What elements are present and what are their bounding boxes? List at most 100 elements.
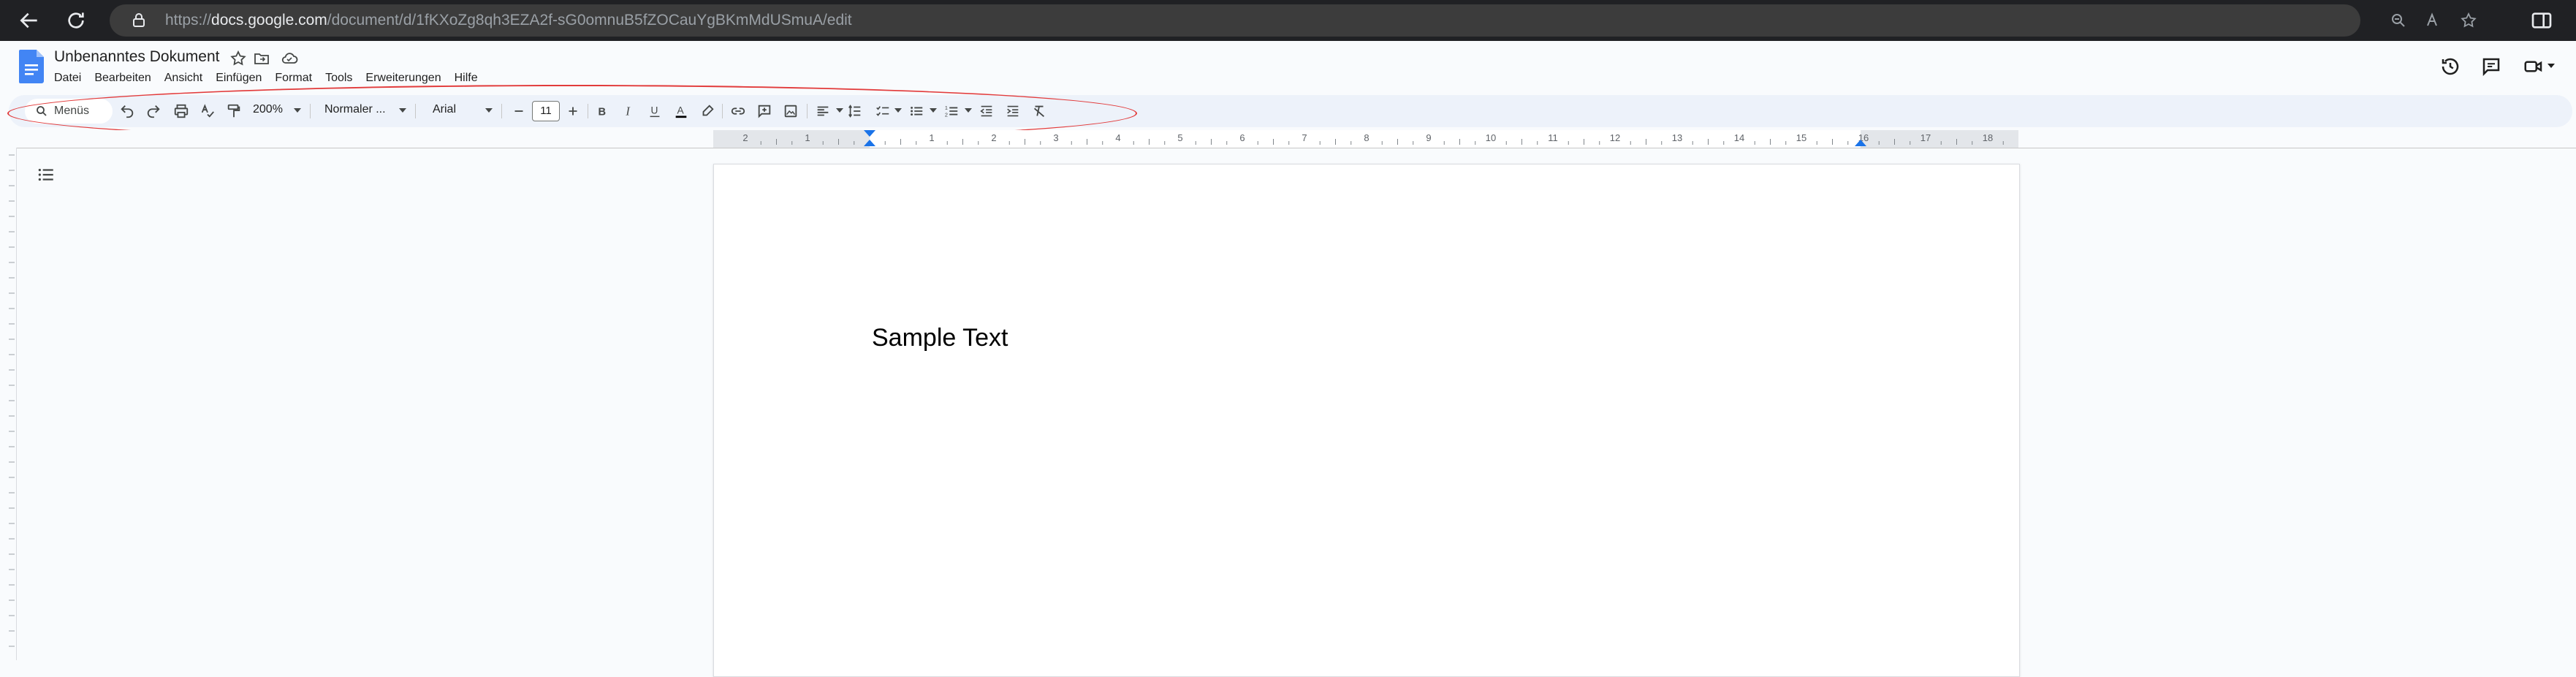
svg-text:I: I xyxy=(625,105,631,118)
spellcheck-icon[interactable] xyxy=(199,102,216,120)
vertical-ruler-ticks xyxy=(9,154,15,647)
horizontal-ruler: 2 1 1 2 3 4 5 6 7 8 9 10 11 12 13 14 15 16 17 18 xyxy=(0,130,2576,148)
font-size-input[interactable]: 11 xyxy=(532,101,560,121)
favorite-star-icon[interactable] xyxy=(2460,12,2477,29)
document-body-text[interactable]: Sample Text xyxy=(872,324,1008,352)
toolbar-separator xyxy=(415,104,416,118)
ruler-label: 2 xyxy=(742,132,748,143)
highlight-color-icon[interactable] xyxy=(699,102,716,120)
docs-logo-icon[interactable] xyxy=(19,50,44,83)
menu-einfuegen[interactable]: Einfügen xyxy=(216,72,262,89)
redo-icon[interactable] xyxy=(145,102,162,120)
docs-header: Unbenanntes Dokument Datei Bearbeiten An… xyxy=(0,41,2576,94)
move-folder-icon[interactable] xyxy=(253,50,270,67)
ruler-left-margin xyxy=(713,130,870,148)
document-page[interactable]: Sample Text xyxy=(713,164,2020,677)
print-icon[interactable] xyxy=(172,102,190,120)
bullet-dropdown-caret[interactable] xyxy=(930,108,937,113)
ruler-right-margin xyxy=(1861,130,2018,148)
checklist-icon[interactable] xyxy=(874,102,892,120)
sidebar-toggle-icon[interactable] xyxy=(2530,9,2553,32)
decrease-indent-icon[interactable] xyxy=(978,102,995,120)
menu-bearbeiten[interactable]: Bearbeiten xyxy=(94,72,151,89)
search-icon xyxy=(37,106,47,116)
italic-icon[interactable]: I xyxy=(620,102,637,120)
font-dropdown-caret[interactable] xyxy=(485,108,493,113)
document-outline-icon[interactable] xyxy=(37,165,56,184)
url-prefix: https:// xyxy=(165,12,212,29)
document-title[interactable]: Unbenanntes Dokument xyxy=(54,48,219,66)
comments-icon[interactable] xyxy=(2480,56,2502,77)
svg-text:B: B xyxy=(599,107,607,118)
menu-hilfe[interactable]: Hilfe xyxy=(455,72,478,89)
text-color-icon[interactable]: A xyxy=(672,102,690,120)
align-left-icon[interactable] xyxy=(814,102,832,120)
ruler-label: 13 xyxy=(1672,132,1682,143)
cloud-status-icon[interactable] xyxy=(281,50,298,67)
formatting-toolbar: Menüs 200% Normaler ... Arial 11 B I U A xyxy=(9,95,2572,127)
align-dropdown-caret[interactable] xyxy=(836,108,843,113)
add-comment-icon[interactable] xyxy=(756,102,773,120)
bold-icon[interactable]: B xyxy=(593,102,611,120)
bulleted-list-icon[interactable] xyxy=(908,102,925,120)
toolbar-separator xyxy=(501,104,502,118)
toolbar-separator xyxy=(722,104,723,118)
ruler-label: 9 xyxy=(1426,132,1431,143)
menu-search-box[interactable]: Menüs xyxy=(25,99,113,124)
ruler-label: 1 xyxy=(805,132,810,143)
reload-icon[interactable] xyxy=(64,9,88,32)
style-dropdown-caret[interactable] xyxy=(399,108,406,113)
svg-text:A: A xyxy=(677,105,685,116)
read-aloud-icon[interactable] xyxy=(2425,12,2442,29)
font-family-select[interactable]: Arial xyxy=(433,103,456,116)
svg-text:1: 1 xyxy=(945,105,948,111)
url-text[interactable]: https://docs.google.com/document/d/1fKXo… xyxy=(165,12,852,29)
star-icon[interactable] xyxy=(229,50,247,67)
numbered-list-icon[interactable]: 12 xyxy=(943,102,960,120)
menu-ansicht[interactable]: Ansicht xyxy=(164,72,202,89)
ruler-label: 1 xyxy=(929,132,934,143)
svg-text:U: U xyxy=(651,105,658,116)
menu-tools[interactable]: Tools xyxy=(325,72,352,89)
increase-font-size-icon[interactable] xyxy=(564,102,582,120)
ruler-label: 18 xyxy=(1983,132,1993,143)
insert-link-icon[interactable] xyxy=(729,102,747,120)
url-domain: docs.google.com xyxy=(211,12,327,29)
menu-datei[interactable]: Datei xyxy=(54,72,81,89)
ruler-label: 12 xyxy=(1610,132,1620,143)
ruler-label: 3 xyxy=(1053,132,1058,143)
ruler-label: 6 xyxy=(1239,132,1245,143)
insert-image-icon[interactable] xyxy=(782,102,799,120)
zoom-dropdown-caret[interactable] xyxy=(294,108,301,113)
paragraph-style-select[interactable]: Normaler ... xyxy=(324,103,386,116)
paint-format-icon[interactable] xyxy=(225,102,243,120)
ruler-label: 4 xyxy=(1115,132,1120,143)
numbering-dropdown-caret[interactable] xyxy=(965,108,972,113)
zoom-select[interactable]: 200% xyxy=(253,103,283,116)
menu-erweiterungen[interactable]: Erweiterungen xyxy=(365,72,441,89)
back-arrow-icon[interactable] xyxy=(18,9,41,32)
browser-toolbar: https://docs.google.com/document/d/1fKXo… xyxy=(0,0,2576,41)
vertical-ruler xyxy=(0,148,17,660)
version-history-icon[interactable] xyxy=(2439,56,2461,77)
checklist-dropdown-caret[interactable] xyxy=(894,108,902,113)
ruler-label: 8 xyxy=(1364,132,1369,143)
underline-icon[interactable]: U xyxy=(646,102,664,120)
menu-bar: Datei Bearbeiten Ansicht Einfügen Format… xyxy=(54,72,478,89)
ruler-label: 2 xyxy=(991,132,996,143)
menu-format[interactable]: Format xyxy=(275,72,312,89)
toolbar-separator xyxy=(310,104,311,118)
svg-text:2: 2 xyxy=(945,111,948,118)
undo-icon[interactable] xyxy=(118,102,136,120)
ruler-label: 15 xyxy=(1796,132,1806,143)
meet-dropdown-caret[interactable] xyxy=(2547,64,2555,68)
increase-indent-icon[interactable] xyxy=(1004,102,1022,120)
decrease-font-size-icon[interactable] xyxy=(510,102,528,120)
zoom-out-icon[interactable] xyxy=(2390,12,2407,29)
line-spacing-icon[interactable] xyxy=(846,102,864,120)
address-bar[interactable]: https://docs.google.com/document/d/1fKXo… xyxy=(110,4,2477,37)
meet-camera-icon[interactable] xyxy=(2523,56,2545,77)
clear-formatting-icon[interactable] xyxy=(1030,102,1048,120)
ruler-label: 10 xyxy=(1486,132,1496,143)
ruler-label: 14 xyxy=(1734,132,1744,143)
